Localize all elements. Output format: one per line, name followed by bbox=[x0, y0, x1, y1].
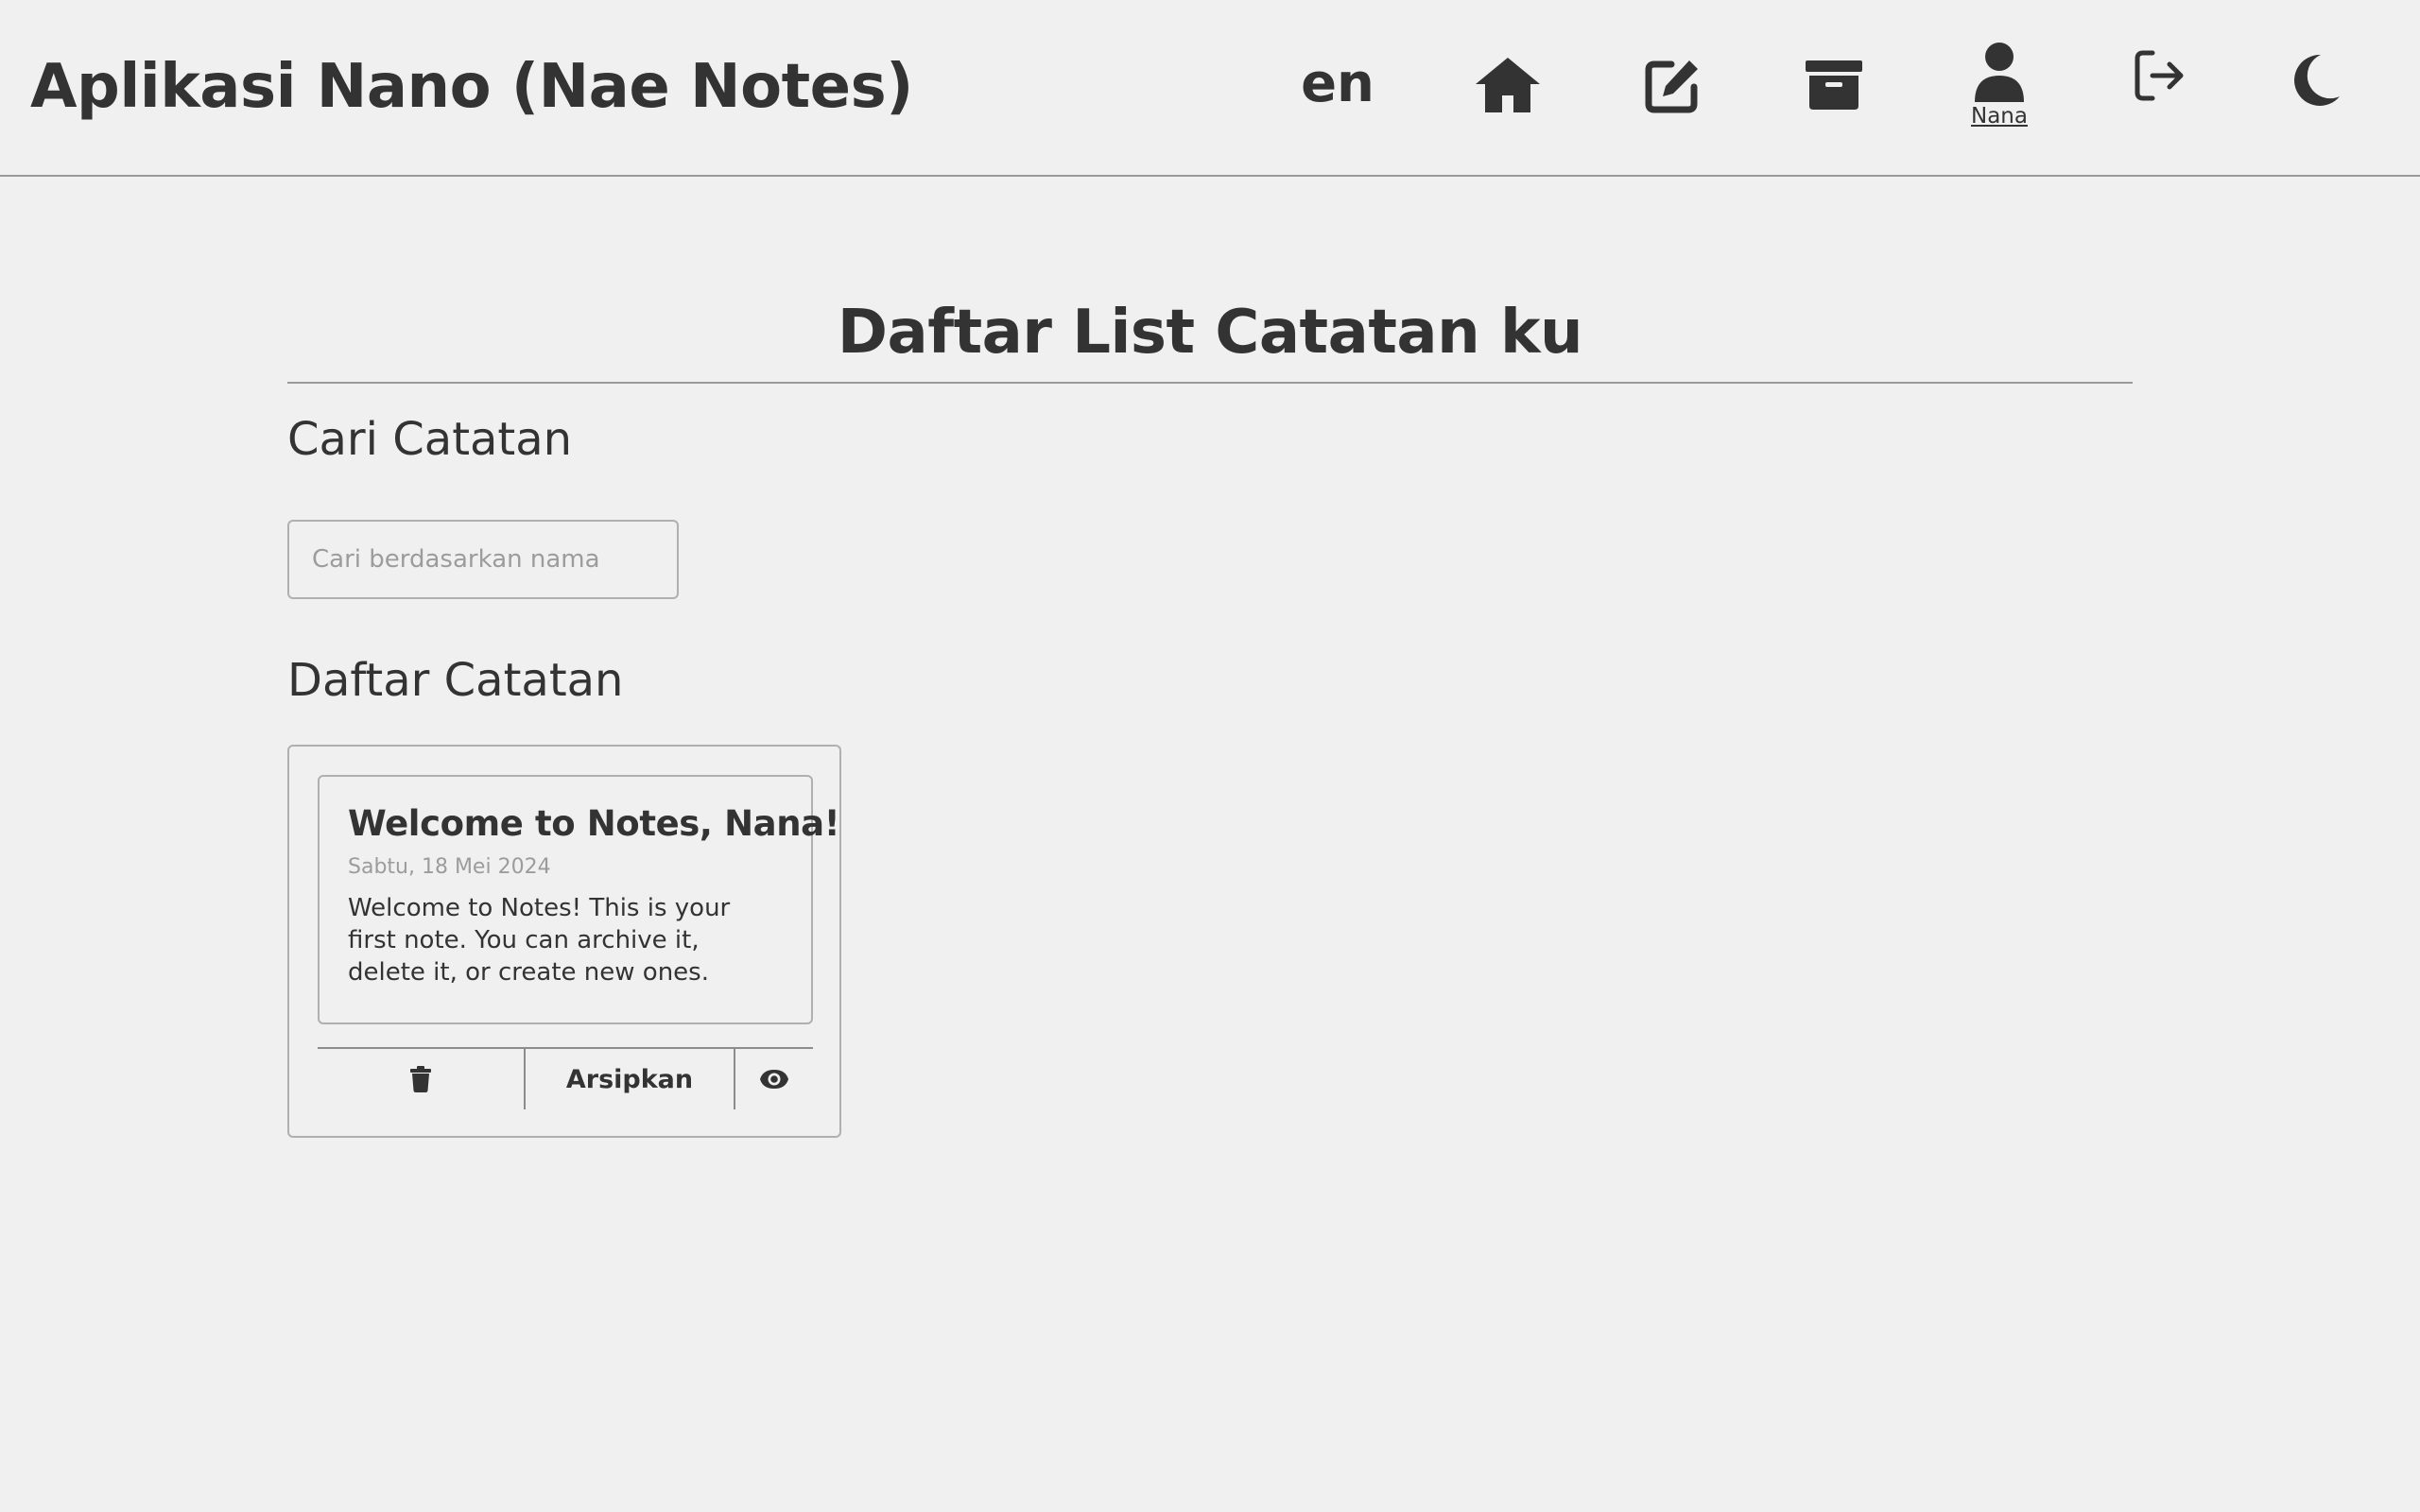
home-icon bbox=[1476, 58, 1540, 112]
trash-icon bbox=[410, 1066, 431, 1092]
logout-icon bbox=[2135, 50, 2184, 101]
add-note-nav-link[interactable] bbox=[1635, 47, 1711, 123]
home-nav-link[interactable] bbox=[1465, 47, 1550, 123]
note-card: Welcome to Notes, Nana! Sabtu, 18 Mei 20… bbox=[287, 745, 841, 1138]
archive-note-button[interactable]: Arsipkan bbox=[526, 1049, 735, 1109]
app-header: Aplikasi Nano (Nae Notes) en Nana bbox=[0, 0, 2420, 177]
view-note-button[interactable] bbox=[735, 1049, 813, 1109]
logout-button[interactable] bbox=[2122, 38, 2198, 113]
language-toggle-label: en bbox=[1301, 52, 1374, 114]
profile-username[interactable]: Nana bbox=[1971, 104, 2028, 129]
page-title: Daftar List Catatan ku bbox=[287, 284, 2133, 384]
moon-icon bbox=[2294, 54, 2340, 106]
app-title[interactable]: Aplikasi Nano (Nae Notes) bbox=[30, 49, 913, 125]
language-toggle-button[interactable]: en bbox=[1286, 45, 1390, 121]
note-title[interactable]: Welcome to Notes, Nana! bbox=[348, 803, 840, 845]
search-input[interactable] bbox=[287, 520, 679, 599]
notes-list-title: Daftar Catatan bbox=[287, 654, 624, 707]
archive-box-icon bbox=[1806, 60, 1862, 110]
edit-icon bbox=[1645, 60, 1698, 113]
note-body: Welcome to Notes! This is your first not… bbox=[348, 894, 731, 987]
archive-nav-link[interactable] bbox=[1796, 47, 1872, 123]
note-actions: Arsipkan bbox=[318, 1047, 813, 1109]
theme-toggle-button[interactable] bbox=[2278, 43, 2354, 118]
profile-nav-link[interactable]: Nana bbox=[1947, 38, 2051, 132]
user-icon bbox=[1975, 43, 2024, 102]
eye-icon bbox=[760, 1070, 788, 1089]
search-section-title: Cari Catatan bbox=[287, 413, 573, 466]
delete-note-button[interactable] bbox=[318, 1049, 526, 1109]
note-date: Sabtu, 18 Mei 2024 bbox=[348, 855, 551, 879]
main-content: Daftar List Catatan ku Cari Catatan Daft… bbox=[287, 284, 2133, 1138]
note-content[interactable]: Welcome to Notes, Nana! Sabtu, 18 Mei 20… bbox=[318, 775, 840, 1024]
